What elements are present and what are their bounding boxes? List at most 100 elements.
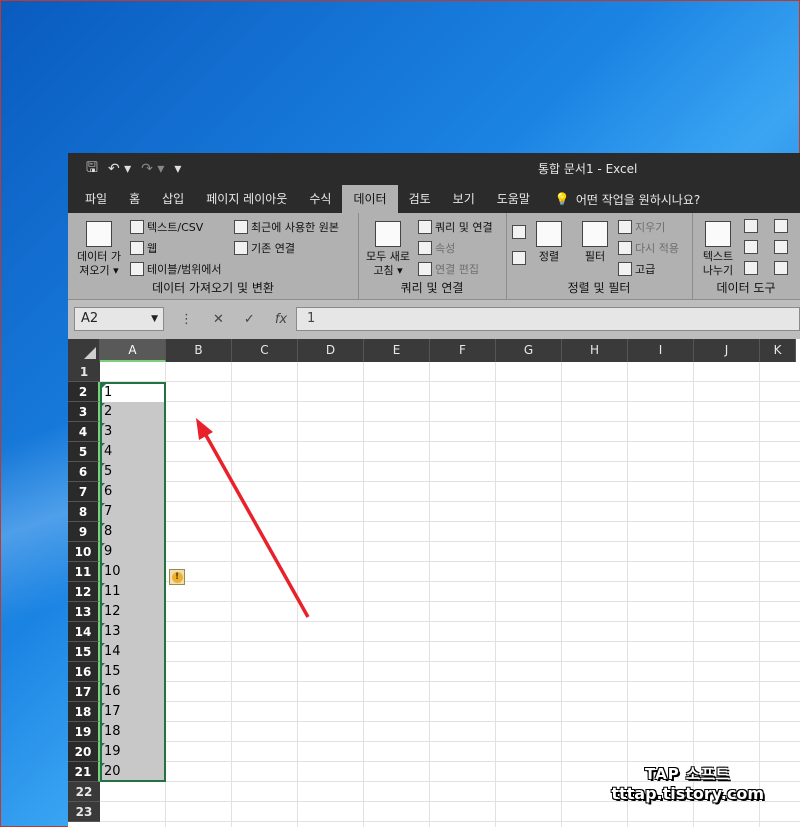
row-header-14[interactable]: 14 [68, 622, 100, 642]
recent-sources-button[interactable]: 최근에 사용한 원본 [234, 219, 339, 235]
column-header-f[interactable]: F [430, 339, 496, 362]
existing-connections-button[interactable]: 기존 연결 [234, 240, 295, 256]
enter-icon[interactable]: ✓ [244, 312, 255, 327]
select-all-button[interactable] [68, 339, 100, 362]
error-warning-icon[interactable]: ! [169, 569, 185, 585]
undo-icon[interactable]: ↶ ▾ [108, 161, 131, 177]
flash-fill-button[interactable] [744, 219, 758, 233]
sort-ascending-button[interactable] [512, 225, 526, 239]
row-header-23[interactable]: 23 [68, 802, 100, 822]
row-header-12[interactable]: 12 [68, 582, 100, 602]
cell-a18[interactable]: 17 [102, 702, 164, 722]
row-header-17[interactable]: 17 [68, 682, 100, 702]
consolidate-button[interactable] [774, 219, 788, 233]
column-header-a[interactable]: A [100, 339, 166, 362]
cell-a15[interactable]: 14 [102, 642, 164, 662]
cell-a9[interactable]: 8 [102, 522, 164, 542]
tab-review[interactable]: 검토 [398, 185, 442, 213]
cell-a11[interactable]: 10 [102, 562, 164, 582]
cancel-icon[interactable]: ✕ [213, 312, 224, 327]
column-header-d[interactable]: D [298, 339, 364, 362]
insert-function-icon[interactable]: fx [275, 312, 287, 327]
cell-a7[interactable]: 6 [102, 482, 164, 502]
tab-formulas[interactable]: 수식 [298, 185, 342, 213]
chevron-down-icon[interactable]: ▼ [151, 308, 158, 330]
queries-connections-button[interactable]: 쿼리 및 연결 [418, 219, 493, 235]
remove-duplicates-button[interactable] [744, 240, 758, 254]
row-header-10[interactable]: 10 [68, 542, 100, 562]
sort-button[interactable]: 정렬 [534, 221, 564, 264]
column-header-e[interactable]: E [364, 339, 430, 362]
cell-a3[interactable]: 2 [102, 402, 164, 422]
cell-a10[interactable]: 9 [102, 542, 164, 562]
tab-data[interactable]: 데이터 [342, 185, 398, 213]
column-header-h[interactable]: H [562, 339, 628, 362]
cell-a13[interactable]: 12 [102, 602, 164, 622]
clear-filter-button[interactable]: 지우기 [618, 219, 665, 235]
cell-a19[interactable]: 18 [102, 722, 164, 742]
filter-button[interactable]: 필터 [580, 221, 610, 264]
cell-a14[interactable]: 13 [102, 622, 164, 642]
column-header-g[interactable]: G [496, 339, 562, 362]
save-icon[interactable]: 🖫 [86, 157, 98, 181]
tab-page-layout[interactable]: 페이지 레이아웃 [195, 185, 298, 213]
row-header-18[interactable]: 18 [68, 702, 100, 722]
row-header-6[interactable]: 6 [68, 462, 100, 482]
cell-a16[interactable]: 15 [102, 662, 164, 682]
row-header-2[interactable]: 2 [68, 382, 100, 402]
from-web-button[interactable]: 웹 [130, 240, 157, 256]
refresh-all-button[interactable]: 모두 새로 고침 ▾ [362, 221, 414, 278]
properties-button[interactable]: 속성 [418, 240, 455, 256]
row-header-21[interactable]: 21 [68, 762, 100, 782]
cell-a8[interactable]: 7 [102, 502, 164, 522]
tab-insert[interactable]: 삽입 [151, 185, 195, 213]
row-header-3[interactable]: 3 [68, 402, 100, 422]
column-header-k[interactable]: K [760, 339, 796, 362]
worksheet-grid[interactable]: ABCDEFGHIJK 1 2 3 4 5 6 7 8 9 10 11 12 13 14 15 16 17 18 1… [68, 339, 800, 827]
reapply-button[interactable]: 다시 적용 [618, 240, 679, 256]
row-header-9[interactable]: 9 [68, 522, 100, 542]
redo-icon[interactable]: ↷ ▾ [141, 161, 164, 177]
cell-a4[interactable]: 3 [102, 422, 164, 442]
cell-a5[interactable]: 4 [102, 442, 164, 462]
row-header-11[interactable]: 11 [68, 562, 100, 582]
edit-links-button[interactable]: 연결 편집 [418, 261, 479, 277]
row-header-7[interactable]: 7 [68, 482, 100, 502]
more-icon[interactable]: ⋮ [180, 312, 193, 327]
row-header-4[interactable]: 4 [68, 422, 100, 442]
from-text-csv-button[interactable]: 텍스트/CSV [130, 219, 203, 235]
row-header-20[interactable]: 20 [68, 742, 100, 762]
text-to-columns-button[interactable]: 텍스트 나누기 [698, 221, 738, 278]
cell-a20[interactable]: 19 [102, 742, 164, 762]
column-header-i[interactable]: I [628, 339, 694, 362]
row-header-15[interactable]: 15 [68, 642, 100, 662]
tab-file[interactable]: 파일 [74, 185, 118, 213]
row-header-8[interactable]: 8 [68, 502, 100, 522]
advanced-filter-button[interactable]: 고급 [618, 261, 655, 277]
row-header-5[interactable]: 5 [68, 442, 100, 462]
row-header-16[interactable]: 16 [68, 662, 100, 682]
column-header-j[interactable]: J [694, 339, 760, 362]
sort-descending-button[interactable] [512, 251, 526, 265]
cell-a12[interactable]: 11 [102, 582, 164, 602]
cell-a17[interactable]: 16 [102, 682, 164, 702]
formula-input[interactable]: 1 [296, 307, 800, 331]
tab-view[interactable]: 보기 [442, 185, 486, 213]
row-header-22[interactable]: 22 [68, 782, 100, 802]
column-header-c[interactable]: C [232, 339, 298, 362]
get-data-button[interactable]: 데이터 가 져오기 ▾ [74, 221, 124, 278]
manage-data-model-button[interactable] [774, 261, 788, 275]
from-table-button[interactable]: 테이블/범위에서 [130, 261, 222, 277]
tab-home[interactable]: 홈 [118, 185, 151, 213]
column-header-b[interactable]: B [166, 339, 232, 362]
cell-a6[interactable]: 5 [102, 462, 164, 482]
cell-a21[interactable]: 20 [102, 762, 164, 782]
cell-a2[interactable]: 1 [102, 384, 164, 402]
tell-me-box[interactable]: 💡 어떤 작업을 원하시나요? [541, 185, 700, 213]
relationships-button[interactable] [774, 240, 788, 254]
row-header-13[interactable]: 13 [68, 602, 100, 622]
data-validation-button[interactable] [744, 261, 758, 275]
tab-help[interactable]: 도움말 [486, 185, 541, 213]
row-header-1[interactable]: 1 [68, 362, 100, 382]
customize-qat-icon[interactable]: ▾ [174, 161, 181, 177]
